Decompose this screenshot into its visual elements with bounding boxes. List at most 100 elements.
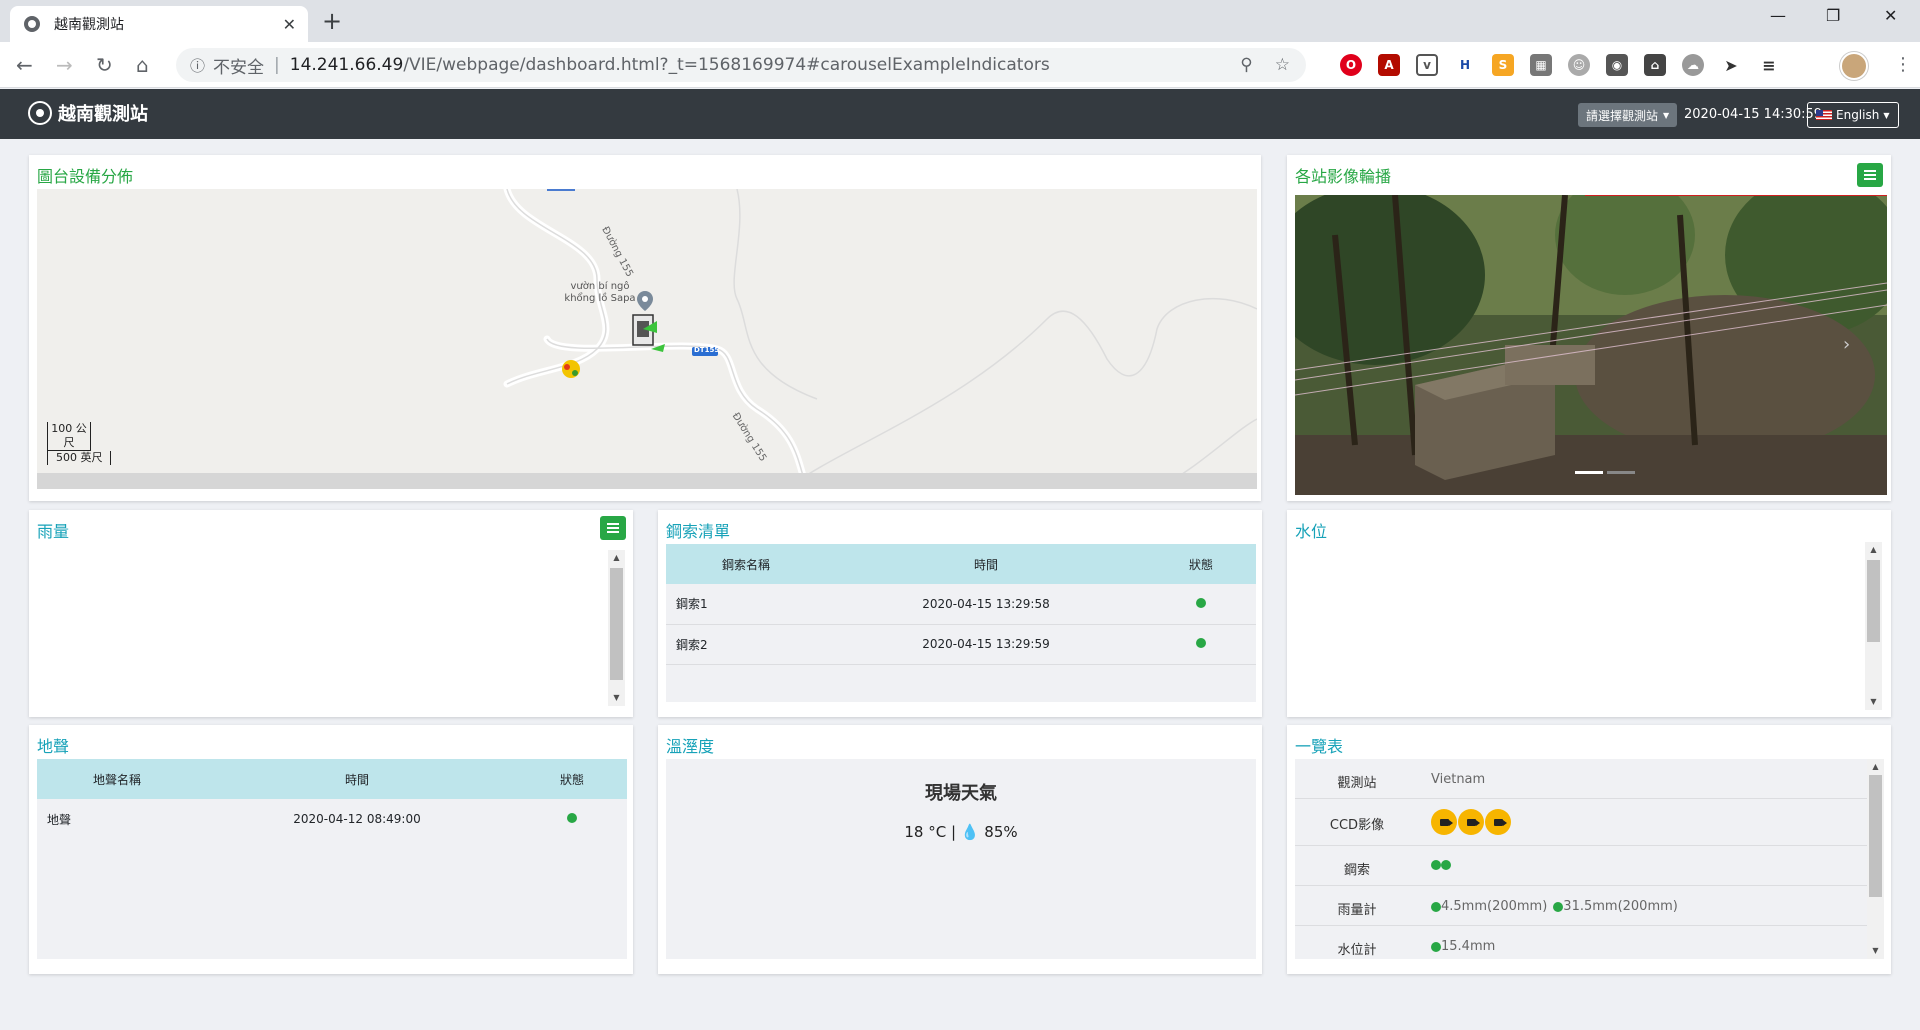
scroll-thumb[interactable] [610,568,623,680]
face-icon[interactable]: ☺ [1568,54,1590,76]
quake-time: 2020-04-12 08:49:00 [293,812,421,826]
water-scrollbar[interactable]: ▲ ▼ [1865,542,1882,710]
rain-scrollbar[interactable]: ▲ ▼ [608,550,625,706]
scroll-down-icon[interactable]: ▼ [608,690,625,706]
list-button[interactable] [600,516,626,540]
rain-card: 雨量 ▲ ▼ [29,510,633,717]
insecure-label: 不安全 [213,57,265,78]
language-label: English [1836,108,1880,122]
camera-carousel-image[interactable]: › [1295,195,1887,495]
scroll-down-icon[interactable]: ▼ [1867,943,1884,959]
menu-kebab-icon[interactable]: ⋮ [1894,54,1912,75]
bookmark-star-icon[interactable]: ☆ [1275,55,1290,75]
table-row[interactable]: 鋼索1 2020-04-15 13:29:58 [666,584,1256,625]
column-header: 鋼索名稱 [666,544,826,584]
clip-icon[interactable]: ◉ [1606,54,1628,76]
status-dot [1196,638,1206,648]
camera-card: 各站影像輪播 › [1287,155,1891,501]
camera-3-icon[interactable] [1485,809,1511,835]
info-icon[interactable]: ⓘ [190,55,205,76]
opera-icon[interactable]: O [1340,54,1362,76]
window-close-icon[interactable]: ✕ [1884,6,1897,25]
url-field[interactable]: ⓘ 不安全 | 14.241.66.49/VIE/webpage/dashboa… [176,48,1306,82]
address-bar-row: ← → ↻ ⌂ ⓘ 不安全 | 14.241.66.49/VIE/webpage… [0,42,1920,88]
forward-icon[interactable]: → [56,53,73,77]
send-icon[interactable]: ➤ [1720,54,1742,76]
cable-name: 鋼索2 [666,624,826,665]
road-badge: DT155 [694,346,720,354]
language-select-button[interactable]: English ▼ [1807,102,1899,128]
close-tab-icon[interactable]: ✕ [283,15,296,34]
tab-title: 越南觀測站 [54,17,124,33]
eye-logo-icon [28,101,52,125]
caret-down-icon: ▼ [1883,110,1890,120]
station-value: Vietnam [1431,772,1486,787]
list-button[interactable] [1857,163,1883,187]
brand-title: 越南觀測站 [58,104,148,125]
map-card-title: 圖台設備分佈 [37,167,134,186]
overview-label: 水位計 [1337,943,1377,958]
scroll-up-icon[interactable]: ▲ [1865,542,1882,558]
smartpdf-icon[interactable]: S [1492,54,1514,76]
quake-name: 地聲 [47,812,72,827]
overview-label: CCD影像 [1329,818,1385,833]
playlist-icon[interactable]: ≡ [1758,54,1780,76]
scroll-thumb[interactable] [1867,560,1880,642]
weather-readout: 18 °C | 💧 85% [666,823,1256,841]
water-gauge-value: 15.4mm [1441,939,1496,954]
map-horizontal-scrollbar[interactable] [37,473,1257,489]
scroll-up-icon[interactable]: ▲ [1867,759,1884,775]
temperature-value: 18 °C [904,823,947,841]
table-row[interactable]: 地聲 2020-04-12 08:49:00 [37,799,627,839]
cable-name: 鋼索1 [666,584,826,625]
scroll-up-icon[interactable]: ▲ [608,550,625,566]
quake-card-title: 地聲 [37,737,70,756]
water-card: 水位 ▲ ▼ [1287,510,1891,717]
station-select-button[interactable]: 請選擇觀測站 ▼ [1578,103,1678,127]
cable-1-status-dot [1431,860,1441,870]
zoom-icon[interactable]: ⚲ [1240,55,1252,75]
reload-icon[interactable]: ↻ [96,53,113,77]
overview-card: 一覽表 觀測站 Vietnam CCD影像 鋼索 雨量計 4.5mm(200mm… [1287,725,1891,974]
column-header: 狀態 [517,759,627,799]
url-separator: | [274,55,280,75]
scroll-down-icon[interactable]: ▼ [1865,694,1882,710]
globe-icon [24,16,40,32]
pocket-icon[interactable]: v [1416,54,1438,76]
profile-avatar[interactable] [1840,52,1868,80]
overview-label: 鋼索 [1343,863,1370,878]
weather-heading: 現場天氣 [925,783,997,804]
overview-panel: 觀測站 Vietnam CCD影像 鋼索 雨量計 4.5mm(200mm) 31… [1295,759,1867,959]
overview-row-water: 水位計 15.4mm [1295,926,1867,959]
table-row[interactable]: 鋼索2 2020-04-15 13:29:59 [666,624,1256,665]
water-drop-icon: 💧 [960,823,980,841]
overview-scrollbar[interactable]: ▲ ▼ [1867,759,1884,959]
home-ext-icon[interactable]: ⌂ [1644,54,1666,76]
home-icon[interactable]: ⌂ [136,53,149,77]
brand[interactable]: 越南觀測站 [28,100,148,126]
minimize-icon[interactable]: — [1770,6,1786,25]
browser-tab[interactable]: 越南觀測站 ✕ [10,6,308,42]
cable-table: 鋼索名稱 時間 狀態 鋼索1 2020-04-15 13:29:58 鋼索2 2… [666,544,1256,665]
url-host: 14.241.66.49 [289,55,404,75]
table-header-row: 鋼索名稱 時間 狀態 [666,544,1256,584]
overview-row-cable: 鋼索 [1295,846,1867,886]
back-icon[interactable]: ← [16,53,33,77]
overview-row-ccd: CCD影像 [1295,799,1867,846]
device-map[interactable]: Đường 155 vườn bí ngô khổng lồ Sapa Đườn… [37,189,1257,489]
camera-1-icon[interactable] [1431,809,1457,835]
scroll-thumb[interactable] [1869,775,1882,897]
sheet-icon[interactable]: ▦ [1530,54,1552,76]
overview-label: 雨量計 [1337,903,1377,918]
pdf-icon[interactable]: A [1378,54,1400,76]
new-tab-button[interactable]: + [322,7,342,35]
poi-label: vườn bí ngô khổng lồ Sapa [564,281,636,304]
cable-time: 2020-04-15 13:29:58 [826,584,1146,625]
cloud-icon[interactable]: ☁ [1682,54,1704,76]
h-icon[interactable]: H [1454,54,1476,76]
restore-icon[interactable]: ❐ [1826,6,1840,25]
column-header: 時間 [197,759,517,799]
camera-2-icon[interactable] [1458,809,1484,835]
rain-card-title: 雨量 [37,522,70,541]
browser-tab-strip: 越南觀測站 ✕ + — ❐ ✕ [0,0,1920,42]
